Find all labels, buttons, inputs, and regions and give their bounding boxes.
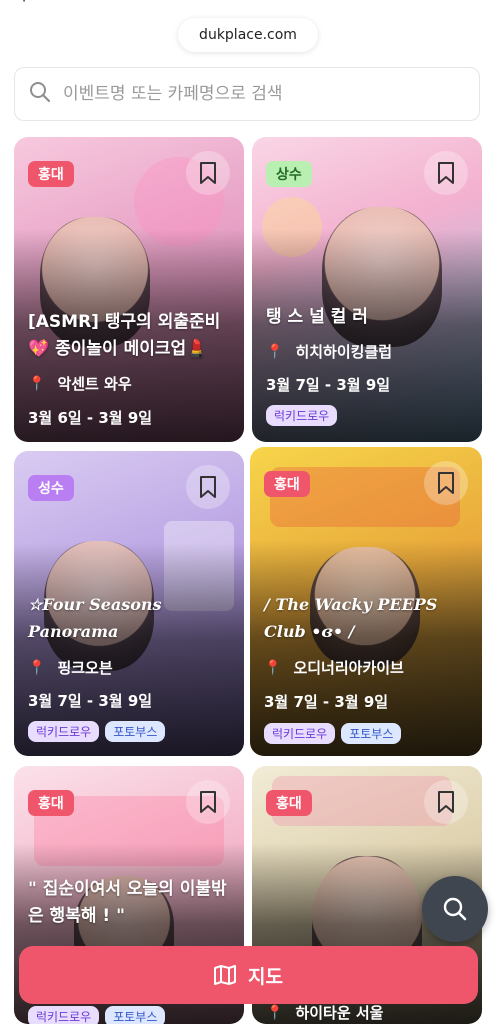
event-title: ☆Four Seasons Panorama xyxy=(28,595,162,641)
bookmark-button[interactable] xyxy=(424,780,468,824)
map-button-label: 지도 xyxy=(248,965,283,988)
area-badge: 상수 xyxy=(266,161,312,187)
bookmark-button[interactable] xyxy=(424,461,468,505)
event-card[interactable]: 상수 탱 스 널 컬 러 📍 히치하이킹클럽 3월 7일 - 3월 9일 럭키드… xyxy=(252,137,482,442)
bookmark-icon xyxy=(438,791,454,813)
event-title: " 집순이여서 오늘의 이불밖 은 행복해 ! " xyxy=(28,879,227,926)
bookmark-button[interactable] xyxy=(424,151,468,195)
event-location: 📍 하이타운 서울 xyxy=(266,1004,384,1022)
tag-photo-booth: 포토부스 xyxy=(341,723,402,744)
location-pin-icon: 📍 xyxy=(266,343,284,360)
event-location: 📍 히치하이킹클럽 xyxy=(266,343,393,361)
bookmark-button[interactable] xyxy=(186,151,230,195)
area-badge: 홍대 xyxy=(264,471,310,497)
bookmark-icon xyxy=(438,472,454,494)
event-card[interactable]: 홍대 / The Wacky PEEPS Club •ɞ• / 📍 오디너리아카… xyxy=(250,447,482,756)
event-location: 📍 핑크오븐 xyxy=(28,659,113,677)
event-location: 📍 오디너리아카이브 xyxy=(264,659,404,677)
location-pin-icon: 📍 xyxy=(28,375,46,392)
tag-lucky-draw: 럭키드로우 xyxy=(264,723,336,744)
floating-search-button[interactable] xyxy=(422,876,488,942)
area-badge: 성수 xyxy=(28,475,74,501)
area-badge: 홍대 xyxy=(28,161,74,187)
bookmark-icon xyxy=(200,791,216,813)
bookmark-button[interactable] xyxy=(186,465,230,509)
area-badge: 홍대 xyxy=(28,790,74,816)
bookmark-icon xyxy=(200,476,216,498)
event-dates: 3월 7일 - 3월 9일 xyxy=(266,376,391,394)
bookmark-icon xyxy=(438,162,454,184)
event-title: 탱 스 널 컬 러 xyxy=(266,307,368,327)
event-card[interactable]: 성수 ☆Four Seasons Panorama 📍 핑크오븐 3월 7일 -… xyxy=(14,451,244,756)
tag-photo-booth: 포토부스 xyxy=(105,1006,166,1024)
area-badge: 홍대 xyxy=(266,790,312,816)
map-icon xyxy=(214,965,237,985)
event-dates: 3월 7일 - 3월 9일 xyxy=(28,692,153,710)
location-pin-icon: 📍 xyxy=(266,1004,284,1021)
tag-lucky-draw: 럭키드로우 xyxy=(28,1006,100,1024)
search-icon xyxy=(443,897,467,921)
event-card[interactable]: 홍대 [ASMR] 탱구의 외출준비 💖 종이놀이 메이크업💄 📍 악센트 와우… xyxy=(14,137,244,442)
event-grid: 홍대 [ASMR] 탱구의 외출준비 💖 종이놀이 메이크업💄 📍 악센트 와우… xyxy=(0,0,496,1024)
event-tags: 럭키드로우 포토부스 xyxy=(28,1006,166,1024)
event-tags: 럭키드로우 포토부스 xyxy=(264,723,402,744)
event-title: / The Wacky PEEPS Club •ɞ• / xyxy=(264,595,438,641)
tag-photo-booth: 포토부스 xyxy=(105,721,166,742)
bookmark-icon xyxy=(200,162,216,184)
bookmark-button[interactable] xyxy=(186,780,230,824)
tag-lucky-draw: 럭키드로우 xyxy=(266,405,338,426)
event-title: [ASMR] 탱구의 외출준비 💖 종이놀이 메이크업💄 xyxy=(28,312,221,359)
tag-lucky-draw: 럭키드로우 xyxy=(28,721,100,742)
map-button[interactable]: 지도 xyxy=(19,946,478,1004)
event-tags: 럭키드로우 xyxy=(266,405,338,426)
event-tags: 럭키드로우 포토부스 xyxy=(28,721,166,742)
event-dates: 3월 7일 - 3월 9일 xyxy=(264,693,389,711)
location-pin-icon: 📍 xyxy=(264,659,282,676)
location-pin-icon: 📍 xyxy=(28,659,46,676)
event-location: 📍 악센트 와우 xyxy=(28,375,132,393)
event-dates: 3월 6일 - 3월 9일 xyxy=(28,409,153,427)
